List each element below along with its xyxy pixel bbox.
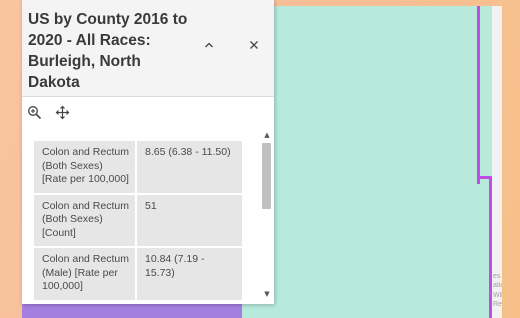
popup-toolbar: [22, 97, 274, 127]
screen: es atio Wild Refu US by County 2016 to 2…: [0, 0, 520, 318]
attribute-table: Colon and Rectum (Both Sexes) [Rate per …: [34, 139, 242, 302]
scroll-up-arrow-icon[interactable]: ▲: [263, 131, 271, 139]
field-value: 8.65 (6.38 - 11.50): [136, 141, 242, 193]
close-icon: [250, 41, 258, 49]
scrollbar[interactable]: ▲ ▼: [260, 127, 274, 304]
map-label: atio: [493, 282, 502, 289]
feature-popup: US by County 2016 to 2020 - All Races: B…: [22, 0, 274, 304]
table-row: Colon and Rectum (Both Sexes) [Rate per …: [34, 141, 242, 193]
pan-move-icon: [55, 105, 69, 119]
popup-content[interactable]: Colon and Rectum (Both Sexes) [Rate per …: [22, 127, 274, 304]
field-value: 10.84 (7.19 - 15.73): [136, 248, 242, 300]
chevron-up-icon: [205, 42, 213, 48]
popup-title: US by County 2016 to 2020 - All Races: B…: [28, 11, 188, 91]
county-boundary: [477, 6, 480, 184]
zoom-to-button[interactable]: [25, 103, 43, 121]
field-name: Colon and Rectum (Both Sexes) [Count]: [34, 194, 137, 246]
map-label: Wild: [493, 292, 502, 299]
scroll-down-arrow-icon[interactable]: ▼: [263, 290, 271, 298]
field-name: Colon and Rectum (Male) [Rate per 100,00…: [34, 248, 137, 300]
scrollbar-thumb[interactable]: [262, 143, 271, 209]
close-button[interactable]: [243, 34, 265, 56]
collapse-button[interactable]: [198, 34, 220, 56]
zoom-to-icon: [27, 105, 41, 119]
field-value: 51: [136, 194, 242, 246]
adjacent-map-region: [492, 6, 502, 318]
county-boundary: [489, 176, 492, 318]
pan-button[interactable]: [53, 103, 71, 121]
map-label: es: [493, 273, 501, 280]
table-row: Colon and Rectum (Both Sexes) [Count] 51: [34, 194, 242, 246]
map-label: Refu: [493, 301, 502, 308]
field-name: Colon and Rectum (Both Sexes) [Rate per …: [34, 141, 137, 193]
popup-header: US by County 2016 to 2020 - All Races: B…: [22, 0, 274, 97]
table-row: Colon and Rectum (Male) [Rate per 100,00…: [34, 248, 242, 300]
